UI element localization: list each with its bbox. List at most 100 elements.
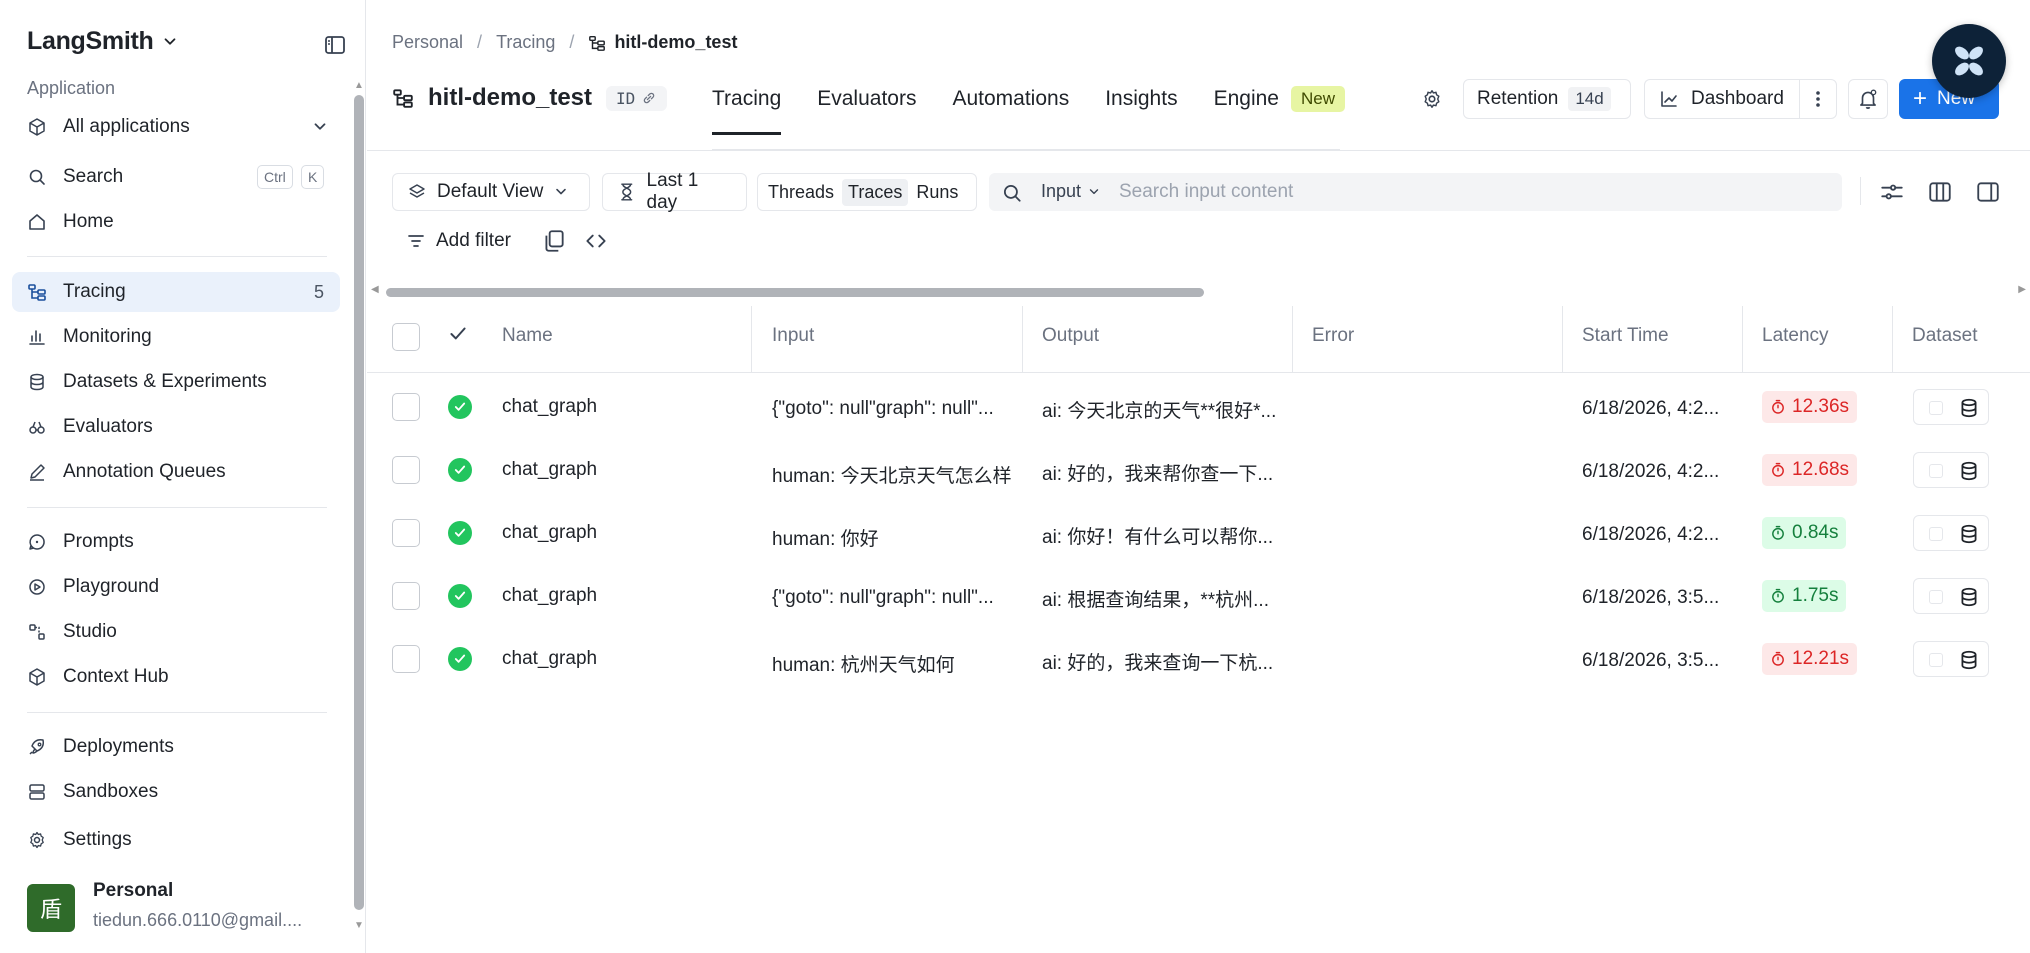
sidebar-item-deployments[interactable]: Deployments <box>12 727 340 767</box>
row-checkbox[interactable] <box>392 582 420 610</box>
search-icon <box>1003 184 1021 202</box>
database-icon <box>1961 398 1977 418</box>
sidebar-item-evaluators[interactable]: Evaluators <box>12 407 340 447</box>
column-header-start-time[interactable]: Start Time <box>1582 325 1669 347</box>
more-options-button[interactable] <box>1799 79 1837 119</box>
row-checkbox[interactable] <box>392 456 420 484</box>
segment-runs[interactable]: Runs <box>910 179 964 206</box>
scroll-right-arrow[interactable]: ▶ <box>2018 284 2026 295</box>
rocket-icon <box>29 739 44 755</box>
search-input[interactable] <box>1119 177 1819 207</box>
row-checkbox[interactable] <box>392 519 420 547</box>
sidebar-scroll-down-arrow[interactable]: ▼ <box>354 920 364 931</box>
tab-engine[interactable]: Engine New <box>1214 86 1345 132</box>
sidebar-item-label: Evaluators <box>63 416 153 437</box>
add-to-dataset-button[interactable] <box>1913 515 1989 551</box>
side-panel-icon[interactable] <box>1975 179 2001 205</box>
sidebar-scrollbar[interactable] <box>354 95 364 910</box>
tab-evaluators[interactable]: Evaluators <box>817 86 916 132</box>
stopwatch-icon <box>1772 462 1784 477</box>
row-checkbox[interactable] <box>392 393 420 421</box>
cell-output: ai: 根据查询结果，**杭州... <box>1042 590 1269 611</box>
segment-threads[interactable]: Threads <box>762 179 840 206</box>
table-row[interactable]: chat_graph {"goto": null"graph": null"..… <box>367 565 2030 628</box>
column-header-latency[interactable]: Latency <box>1762 325 1829 347</box>
scroll-left-arrow[interactable]: ◀ <box>371 284 379 295</box>
sidebar-scroll-up-arrow[interactable]: ▲ <box>354 80 364 91</box>
plus-icon: + <box>1913 85 1928 112</box>
table-row[interactable]: chat_graph human: 你好 ai: 你好！有什么可以帮你... 6… <box>367 502 2030 565</box>
notifications-button[interactable] <box>1848 79 1888 119</box>
view-selector[interactable]: Default View <box>392 173 590 211</box>
cell-start-time: 6/18/2026, 3:5... <box>1582 650 1720 671</box>
table-row[interactable]: chat_graph human: 今天北京天气怎么样 ai: 好的，我来帮你查… <box>367 439 2030 502</box>
time-range-selector[interactable]: Last 1 day <box>602 170 747 213</box>
id-label: ID <box>616 88 636 108</box>
assistant-launcher-button[interactable] <box>1932 24 2006 98</box>
latency-badge: 1.75s <box>1762 580 1847 612</box>
copy-icon[interactable] <box>541 228 567 254</box>
row-checkbox[interactable] <box>392 645 420 673</box>
tab-tracing[interactable]: Tracing <box>712 86 782 135</box>
brand-name: LangSmith <box>27 27 154 55</box>
columns-icon[interactable] <box>1927 179 1953 205</box>
column-divider[interactable] <box>1022 306 1023 372</box>
latency-value: 1.75s <box>1792 585 1839 606</box>
search-field-select[interactable]: Input <box>1041 181 1101 202</box>
sidebar-item-monitoring[interactable]: Monitoring <box>12 317 340 357</box>
horizontal-scroll-thumb[interactable] <box>386 288 1204 297</box>
add-to-dataset-button[interactable] <box>1913 389 1989 425</box>
table-row[interactable]: chat_graph human: 杭州天气如何 ai: 好的，我来查询一下杭.… <box>367 628 2030 691</box>
sidebar-item-label: Sandboxes <box>63 781 159 802</box>
sidebar-item-annotation-queues[interactable]: Annotation Queues <box>12 452 340 492</box>
dataset-checkbox <box>1929 401 1943 415</box>
retention-button[interactable]: Retention 14d <box>1463 79 1631 119</box>
sidebar-item-sandboxes[interactable]: Sandboxes <box>12 772 340 812</box>
column-divider[interactable] <box>1892 306 1893 372</box>
copy-id-button[interactable]: ID <box>606 85 668 111</box>
code-icon[interactable] <box>583 228 609 254</box>
column-header-input[interactable]: Input <box>772 325 814 347</box>
breadcrumb-current-label: hitl-demo_test <box>614 32 738 52</box>
column-divider[interactable] <box>1292 306 1293 372</box>
column-header-output[interactable]: Output <box>1042 325 1099 347</box>
project-settings-button[interactable] <box>1412 79 1452 119</box>
sidebar-item-prompts[interactable]: Prompts <box>12 522 340 562</box>
sidebar-item-context-hub[interactable]: Context Hub <box>12 657 340 697</box>
column-divider[interactable] <box>751 306 752 372</box>
add-filter-button[interactable]: Add filter <box>392 222 532 260</box>
breadcrumb-tracing[interactable]: Tracing <box>496 32 555 53</box>
add-to-dataset-button[interactable] <box>1913 641 1989 677</box>
segment-traces[interactable]: Traces <box>842 178 909 206</box>
sliders-icon[interactable] <box>1879 179 1905 205</box>
sidebar-item-search[interactable]: Search Ctrl K <box>12 157 340 197</box>
success-status-icon <box>448 647 472 671</box>
sidebar-item-home[interactable]: Home <box>12 202 340 242</box>
sidebar-item-tracing[interactable]: Tracing 5 <box>12 272 340 312</box>
dashboard-button[interactable]: Dashboard <box>1644 79 1799 119</box>
cell-output: ai: 你好！有什么可以帮你... <box>1042 527 1274 548</box>
status-check-icon <box>450 327 466 340</box>
column-header-name[interactable]: Name <box>502 325 553 347</box>
column-header-dataset[interactable]: Dataset <box>1912 325 1977 347</box>
sidebar-item-playground[interactable]: Playground <box>12 567 340 607</box>
table-row[interactable]: chat_graph {"goto": null"graph": null"..… <box>367 376 2030 439</box>
sidebar-item-datasets[interactable]: Datasets & Experiments <box>12 362 340 402</box>
sidebar-divider <box>27 256 327 257</box>
tab-automations[interactable]: Automations <box>952 86 1069 132</box>
column-divider[interactable] <box>1562 306 1563 372</box>
sidebar-item-settings[interactable]: Settings <box>12 820 340 860</box>
sidebar-item-studio[interactable]: Studio <box>12 612 340 652</box>
sidebar-toggle-icon[interactable] <box>323 33 347 57</box>
column-header-error[interactable]: Error <box>1312 325 1354 347</box>
add-to-dataset-button[interactable] <box>1913 452 1989 488</box>
column-divider[interactable] <box>1742 306 1743 372</box>
org-switcher[interactable]: LangSmith <box>27 27 179 56</box>
add-to-dataset-button[interactable] <box>1913 578 1989 614</box>
tab-insights[interactable]: Insights <box>1105 86 1177 132</box>
breadcrumb-separator: / <box>569 32 575 52</box>
breadcrumb-personal[interactable]: Personal <box>392 32 463 53</box>
dashboard-label: Dashboard <box>1691 88 1784 109</box>
select-all-checkbox[interactable] <box>392 323 420 351</box>
application-select[interactable]: All applications <box>27 112 329 142</box>
